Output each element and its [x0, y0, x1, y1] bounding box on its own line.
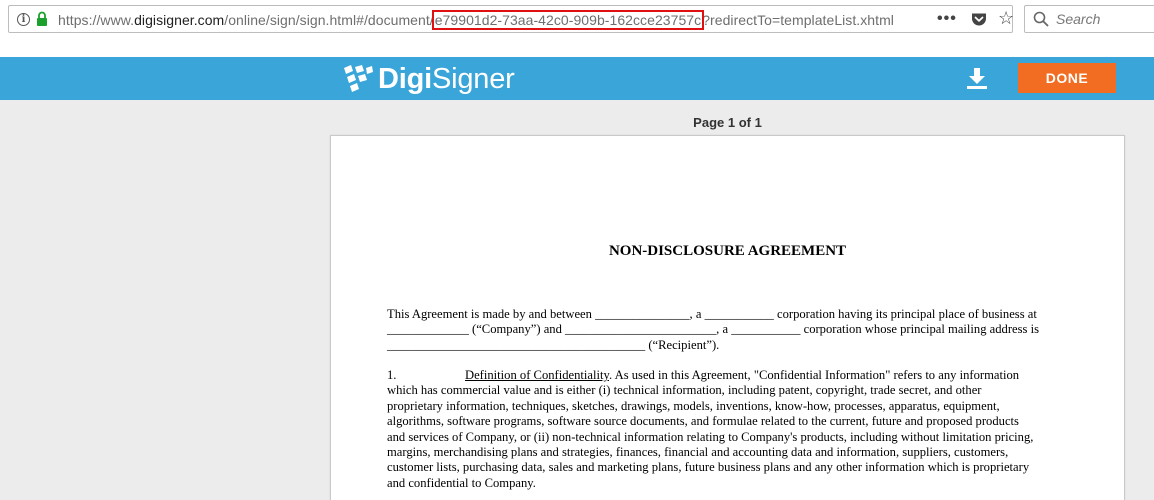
- paragraph-line: margins, merchandising plans and strateg…: [387, 445, 1009, 460]
- logo-text-light: Signer: [431, 62, 515, 95]
- url-suffix: ?redirectTo=templateList.xhtml: [702, 12, 894, 28]
- paragraph-line: ________________________________________…: [387, 337, 720, 352]
- lock-icon[interactable]: [36, 11, 48, 27]
- section-intro: . As used in this Agreement, "Confidenti…: [609, 368, 1020, 382]
- logo-mark-icon: [344, 65, 373, 92]
- paragraph-definition: 1. Definition of Confidentiality. As used…: [387, 368, 1057, 491]
- page-indicator: Page 1 of 1: [693, 115, 762, 130]
- search-input[interactable]: [1056, 11, 1154, 27]
- url-path: /online/sign/sign.html#/document/: [224, 12, 434, 28]
- browser-toolbar: i https://www.digisigner.com/online/sign…: [0, 0, 1154, 40]
- bookmark-star-icon[interactable]: ☆: [998, 8, 1014, 29]
- paragraph-line: proprietary information, techniques, ske…: [387, 398, 1000, 413]
- url-host: digisigner.com: [134, 12, 225, 28]
- paragraph-line: which has commercial value and is either…: [387, 383, 982, 398]
- address-bar[interactable]: i https://www.digisigner.com/online/sign…: [8, 5, 1014, 33]
- url-prefix: https://www.: [58, 12, 135, 28]
- search-icon: [1033, 11, 1049, 27]
- info-icon[interactable]: i: [17, 13, 30, 26]
- digisigner-logo[interactable]: DigiSigner: [342, 63, 515, 95]
- app-header: DigiSigner DONE: [0, 57, 1154, 100]
- paragraph-line: customer lists, purchasing data, sales a…: [387, 460, 1030, 475]
- logo-text-bold: Digi: [378, 62, 432, 95]
- section-heading: Definition of Confidentiality: [465, 368, 609, 382]
- document-title: NON-DISCLOSURE AGREEMENT: [608, 243, 847, 259]
- done-button[interactable]: DONE: [1018, 63, 1116, 93]
- page-actions-menu-icon[interactable]: •••: [937, 10, 957, 28]
- document-workspace: Page 1 of 1 NON-DISCLOSURE AGREEMENT Thi…: [0, 100, 1154, 500]
- section-number: 1.: [387, 368, 397, 382]
- download-icon[interactable]: [966, 67, 988, 89]
- url-text[interactable]: https://www.digisigner.com/online/sign/s…: [58, 10, 894, 30]
- document-page[interactable]: NON-DISCLOSURE AGREEMENT This Agreement …: [330, 135, 1125, 500]
- paragraph-line: and confidential to Company.: [387, 475, 536, 490]
- paragraph-line: algorithms, software programs, software …: [387, 414, 1019, 429]
- paragraph-line: _____________ (“Company”) and __________…: [387, 322, 1039, 337]
- logo-text: DigiSigner: [378, 63, 515, 96]
- paragraph-line: This Agreement is made by and between __…: [387, 307, 1037, 321]
- document-id-highlight: e79901d2-73aa-42c0-909b-162cce23757c: [431, 10, 705, 30]
- paragraph-line: and services of Company, or (ii) non-tec…: [387, 429, 1034, 444]
- search-box[interactable]: [1024, 5, 1154, 33]
- pocket-icon[interactable]: [971, 12, 987, 27]
- paragraph-line: 1. Definition of Confidentiality. As used…: [387, 368, 1057, 383]
- paragraph-parties: This Agreement is made by and between __…: [387, 307, 1057, 353]
